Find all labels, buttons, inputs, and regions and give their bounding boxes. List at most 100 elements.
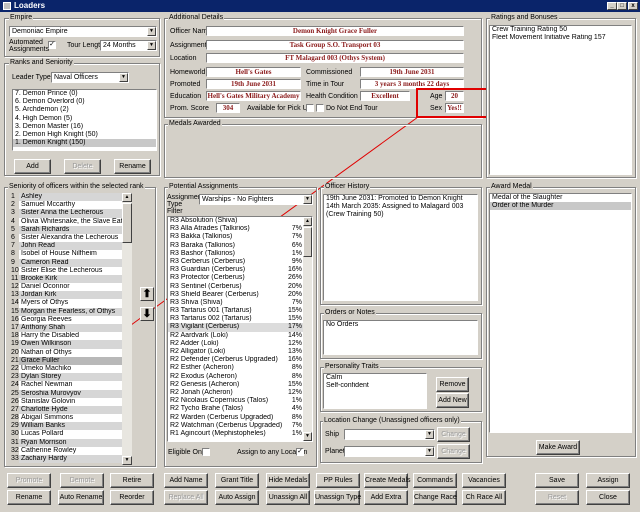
trait-item[interactable]: Self-confident [324, 382, 426, 390]
seniority-row[interactable]: 19 Owen Wilkinson [10, 340, 132, 349]
assignment-row[interactable]: R3 Bakka (Talkirios) 7% [168, 233, 304, 241]
seniority-row[interactable]: 22 Umeko Machiko [10, 364, 132, 374]
seniority-row[interactable]: 10 Sister Elise the Lecherous [10, 266, 132, 275]
potential-scrollbar[interactable]: ▲ ▼ [303, 217, 312, 441]
assignment-row[interactable]: R3 Shiva (Shiva) 7% [168, 299, 304, 307]
seniority-row[interactable]: 13 Jordan Kirk [10, 291, 132, 300]
auto-rename-button[interactable]: Auto Rename [58, 490, 104, 505]
assignment-row[interactable]: R2 Alligator (Loki) 13% [168, 348, 304, 356]
seniority-row[interactable]: 9 Cameron Read [10, 258, 132, 267]
unassign-all-button[interactable]: Unassign All [266, 490, 310, 505]
replace-all-button[interactable]: Replace All [164, 490, 208, 505]
planet-select[interactable]: ▼ [344, 446, 435, 457]
grant-title-button[interactable]: Grant Title [215, 473, 259, 488]
history-list[interactable]: 19th June 2031: Promoted to Demon Knight… [323, 194, 478, 301]
assignment-row[interactable]: R2 Aardvark (Loki) 14% [168, 332, 304, 340]
add-name-button[interactable]: Add Name [164, 473, 208, 488]
scroll-down-icon[interactable]: ▼ [122, 456, 132, 465]
seniority-row[interactable]: 24 Rachel Newman [10, 381, 132, 390]
close-button[interactable]: Close [586, 490, 630, 505]
pp-rules-button[interactable]: PP Rules [316, 473, 360, 488]
seniority-row[interactable]: 18 Harry the Disabled [10, 332, 132, 341]
seniority-row[interactable]: 27 Charlotte Hyde [10, 405, 132, 415]
promote-button[interactable]: Promote [7, 473, 51, 488]
seniority-row[interactable]: 32 Catherine Rowley [10, 446, 132, 455]
award-item[interactable]: Medal of the Slaughter [490, 194, 631, 202]
assignment-row[interactable]: R3 Bashor (Talkirios) 1% [168, 250, 304, 258]
assignment-row[interactable]: R3 Tartarus 001 (Tartarus) 15% [168, 307, 304, 315]
seniority-row[interactable]: 29 William Banks [10, 422, 132, 431]
assignment-row[interactable]: R2 Defender (Cerberus Upgraded) 16% [168, 356, 304, 364]
change-race-button[interactable]: Change Race [413, 490, 457, 505]
assign-button[interactable]: Assign [586, 473, 630, 488]
assign-any-checkbox[interactable]: ✓ [296, 448, 304, 456]
seniority-row[interactable]: 31 Ryan Morrison [10, 438, 132, 447]
ch-race-all-button[interactable]: Ch Race All [462, 490, 506, 505]
award-item-selected[interactable]: Order of the Murder [490, 202, 631, 211]
rename-officer-button[interactable]: Rename [7, 490, 51, 505]
assignment-row[interactable]: R3 Sentinel (Cerberus) 20% [168, 283, 304, 291]
add-new-trait-button[interactable]: Add New [436, 393, 469, 408]
ratings-list[interactable]: Crew Training Rating 50 Fleet Movement I… [489, 25, 632, 175]
reset-button[interactable]: Reset [535, 490, 579, 505]
scroll-thumb[interactable] [303, 227, 312, 257]
unassign-type-button[interactable]: Unassign Type [314, 490, 361, 505]
seniority-row[interactable]: 28 Abigail Simmons [10, 414, 132, 423]
assignment-row[interactable]: R3 Vigilant (Cerberus) 17% [168, 323, 304, 332]
assignment-row[interactable]: R3 Baraka (Talkirios) 6% [168, 242, 304, 250]
seniority-row[interactable]: 30 Lucas Pollard [10, 430, 132, 439]
demote-button[interactable]: Demote [60, 473, 104, 488]
scroll-down-icon[interactable]: ▼ [303, 432, 312, 441]
vacancies-button[interactable]: Vacancies [462, 473, 506, 488]
seniority-row[interactable]: 15 Morgan the Fearless, of Othys [10, 307, 132, 316]
move-down-arrow-icon[interactable]: ⬇ [140, 307, 154, 321]
seniority-row[interactable]: 7 John Read [10, 242, 132, 251]
add-extra-button[interactable]: Add Extra [364, 490, 408, 505]
commands-button[interactable]: Commands [413, 473, 457, 488]
assignment-row[interactable]: R3 Tartarus 002 (Tartarus) 15% [168, 315, 304, 323]
seniority-row[interactable]: 3 Sister Anna the Lecherous [10, 209, 132, 218]
trait-item[interactable]: Calm [324, 374, 426, 382]
retire-button[interactable]: Retire [110, 473, 154, 488]
seniority-row[interactable]: 1 Ashley [10, 193, 132, 202]
assignment-row[interactable]: R2 Exodus (Acheron) 8% [168, 373, 304, 381]
seniority-row[interactable]: 20 Nathan of Othys [10, 348, 132, 357]
assignment-row[interactable]: R2 Genesis (Acheron) 15% [168, 381, 304, 389]
potential-list[interactable]: R3 Absolution (Shiva) R3 Alla Atrades (Ta… [167, 216, 313, 442]
assignment-row[interactable]: R2 Tycho Brahe (Talos) 4% [168, 405, 304, 413]
type-filter-select[interactable]: Warships - No Fighters ▼ [199, 194, 313, 205]
assignment-row[interactable]: R2 Jonah (Acheron) 12% [168, 389, 304, 397]
seniority-row[interactable]: 4 Olivia Whitesnake, the Slave Eater [10, 217, 132, 226]
seniority-row[interactable]: 21 Grace Fuller [10, 356, 132, 365]
seniority-list[interactable]: 1 Ashley 2 Samuel Mccarthy 3 Sister Anna the … [10, 193, 132, 465]
assignment-row[interactable]: R3 Shield Bearer (Cerberus) 20% [168, 291, 304, 299]
scroll-up-icon[interactable]: ▲ [303, 217, 312, 226]
seniority-row[interactable]: 33 Zachary Hardy [10, 455, 132, 464]
assignment-row[interactable]: R2 Adder (Loki) 12% [168, 340, 304, 348]
seniority-row[interactable]: 11 Brooke Kirk [10, 274, 132, 284]
seniority-row[interactable]: 17 Anthony Shah [10, 324, 132, 333]
scroll-up-icon[interactable]: ▲ [122, 193, 132, 202]
seniority-scrollbar[interactable]: ▲ ▼ [122, 193, 132, 465]
seniority-row[interactable]: 23 Dylan Storey [10, 373, 132, 382]
assignment-row[interactable]: R3 Alla Atrades (Talkirios) 7% [168, 225, 304, 233]
assignment-row[interactable]: R1 Agincourt (Mephistopheles) 1% [168, 430, 304, 438]
award-list[interactable]: Medal of the Slaughter Order of the Murd… [489, 193, 632, 433]
assignment-row[interactable]: R2 Nicolaus Copernicus (Talos) 1% [168, 397, 304, 405]
assignment-row[interactable]: R2 Warden (Cerberus Upgraded) 8% [168, 414, 304, 422]
create-medals-button[interactable]: Create Medals [364, 473, 411, 488]
seniority-row[interactable]: 25 Seroshia Murovyov [10, 389, 132, 398]
auto-assign-button[interactable]: Auto Assign [215, 490, 259, 505]
save-button[interactable]: Save [535, 473, 579, 488]
ship-select[interactable]: ▼ [344, 429, 435, 440]
seniority-row[interactable]: 2 Samuel Mccarthy [10, 201, 132, 210]
seniority-row[interactable]: 5 Sarah Richards [10, 225, 132, 234]
assignment-row[interactable]: R3 Absolution (Shiva) [168, 217, 304, 225]
hide-medals-button[interactable]: Hide Medals [266, 473, 310, 488]
remove-trait-button[interactable]: Remove [436, 377, 469, 392]
seniority-row[interactable]: 26 Stanislav Golovin [10, 397, 132, 406]
assignment-row[interactable]: R3 Protector (Cerberus) 26% [168, 274, 304, 282]
move-up-arrow-icon[interactable]: ⬆ [140, 287, 154, 301]
assignment-row[interactable]: R2 Watchman (Cerberus Upgraded) 7% [168, 422, 304, 430]
reorder-button[interactable]: Reorder [110, 490, 154, 505]
